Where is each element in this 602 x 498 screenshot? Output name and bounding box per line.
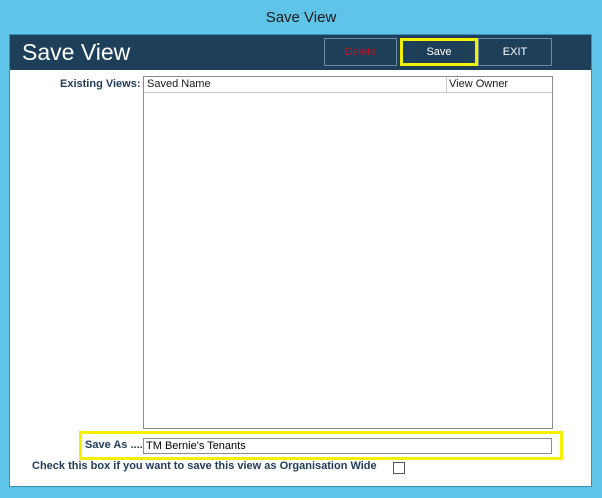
save-view-dialog: Save View Delete Save EXIT Existing View… (9, 34, 592, 487)
window-title: Save View (265, 8, 337, 26)
existing-views-label: Existing Views: (60, 78, 141, 90)
org-wide-checkbox[interactable] (393, 462, 405, 474)
window-titlebar: Save View (0, 0, 602, 34)
delete-button[interactable]: Delete (324, 38, 397, 66)
column-header-view-owner[interactable]: View Owner (449, 78, 508, 90)
save-as-label: Save As .... (85, 439, 143, 451)
column-header-saved-name[interactable]: Saved Name (147, 78, 211, 90)
org-wide-label: Check this box if you want to save this … (32, 460, 377, 472)
dialog-header: Save View Delete Save EXIT (10, 35, 591, 70)
dialog-title: Save View (22, 39, 131, 65)
save-as-input[interactable] (143, 438, 552, 454)
exit-button[interactable]: EXIT (478, 38, 552, 66)
existing-views-list[interactable]: Saved Name View Owner (143, 76, 553, 429)
column-divider[interactable] (446, 77, 447, 92)
save-button[interactable]: Save (400, 38, 478, 66)
list-header: Saved Name View Owner (144, 77, 552, 93)
